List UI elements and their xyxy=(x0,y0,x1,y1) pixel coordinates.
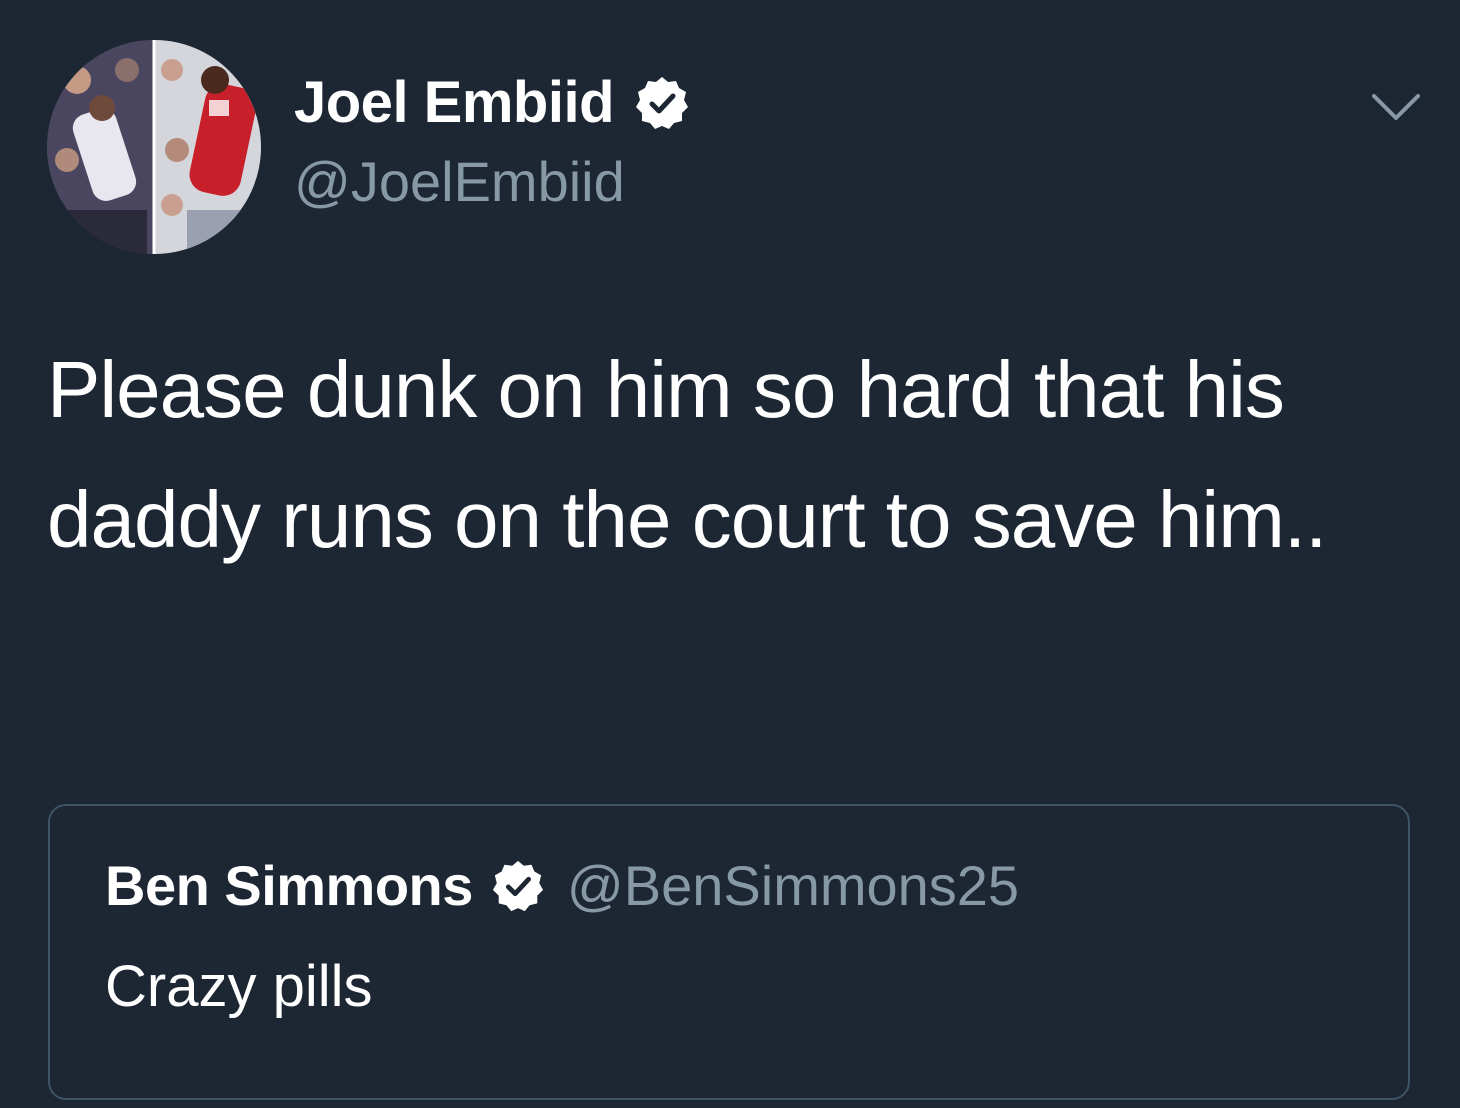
avatar-image xyxy=(47,40,261,254)
author-display-name[interactable]: Joel Embiid xyxy=(294,70,615,136)
quoted-tweet-header: Ben Simmons @BenSimmons25 xyxy=(105,854,1019,918)
tweet-text: Please dunk on him so hard that his dadd… xyxy=(47,345,1327,564)
avatar[interactable] xyxy=(47,40,261,254)
author-handle[interactable]: @JoelEmbiid xyxy=(294,150,625,214)
quoted-tweet-text: Crazy pills xyxy=(105,954,373,1019)
chevron-down-icon[interactable] xyxy=(1368,88,1424,128)
quoted-author-name: Ben Simmons xyxy=(105,854,473,917)
quoted-author-handle: @BenSimmons25 xyxy=(566,854,1020,917)
tweet-card: Joel Embiid @JoelEmbiid Please dunk on h… xyxy=(0,0,1460,1108)
author-name-row: Joel Embiid xyxy=(294,70,690,136)
quoted-tweet[interactable]: Ben Simmons @BenSimmons25 Crazy pills xyxy=(48,804,1410,1100)
verified-badge-icon xyxy=(491,859,545,913)
verified-badge-icon xyxy=(634,75,690,131)
